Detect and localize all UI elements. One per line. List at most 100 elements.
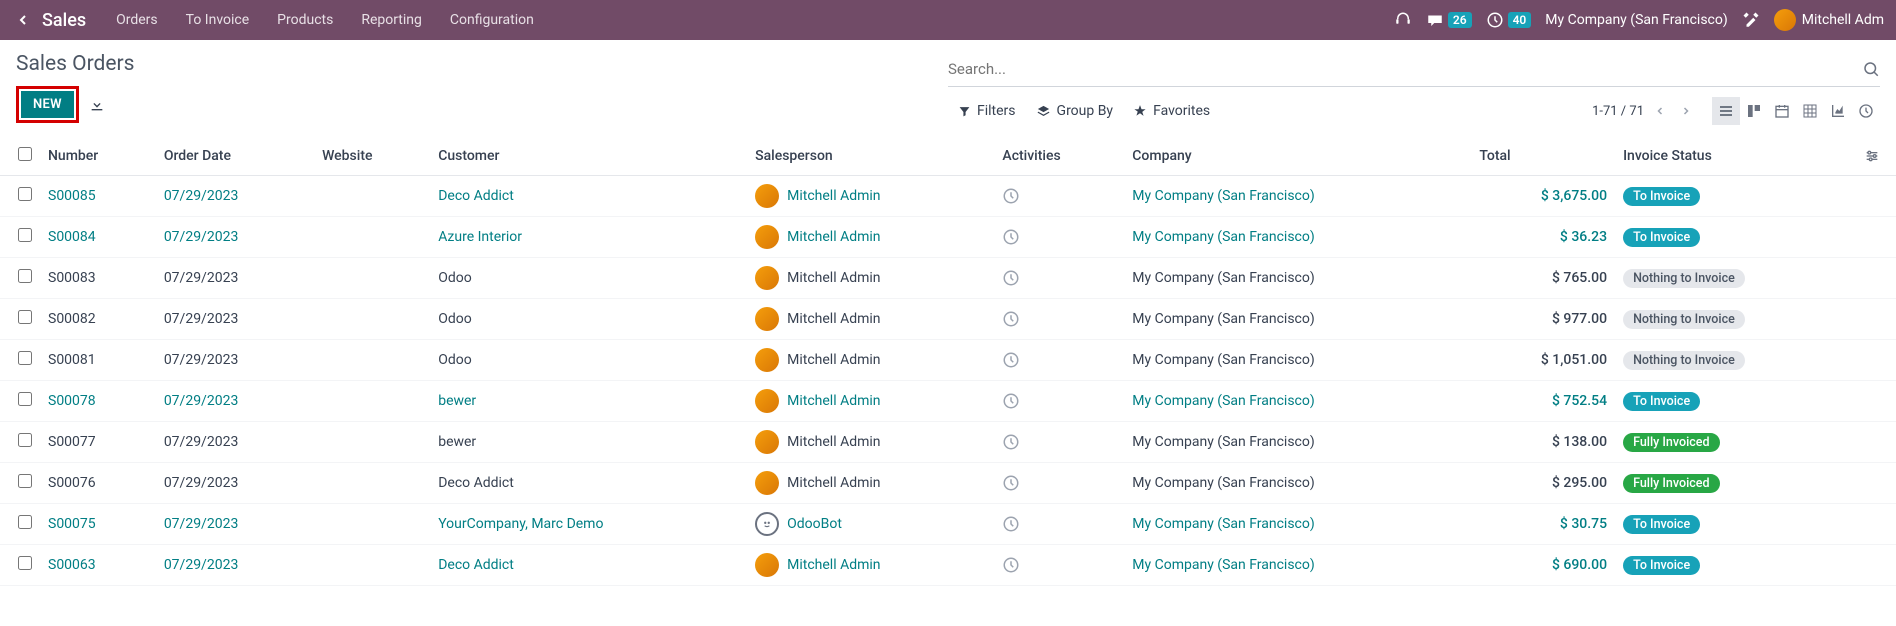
table-row[interactable]: S0008107/29/2023OdooMitchell AdminMy Com… [0,340,1896,381]
cell-number: S00081 [40,340,156,381]
table-row[interactable]: S0007607/29/2023Deco AddictMitchell Admi… [0,463,1896,504]
col-website[interactable]: Website [314,137,430,176]
activities-icon[interactable]: 40 [1486,11,1532,29]
cell-activities[interactable] [994,422,1124,463]
cell-customer[interactable]: bewer [430,381,747,422]
phone-icon[interactable] [1394,11,1412,29]
col-salesperson[interactable]: Salesperson [747,137,994,176]
cell-customer[interactable]: Deco Addict [430,176,747,217]
view-activity-button[interactable] [1852,97,1880,125]
nav-menu-orders[interactable]: Orders [102,0,172,40]
col-company[interactable]: Company [1124,137,1471,176]
table-row[interactable]: S0007807/29/2023bewerMitchell AdminMy Co… [0,381,1896,422]
row-checkbox[interactable] [18,310,32,324]
table-row[interactable]: S0008307/29/2023OdooMitchell AdminMy Com… [0,258,1896,299]
cell-date[interactable]: 07/29/2023 [156,545,314,586]
new-button[interactable]: NEW [21,91,74,118]
col-customer[interactable]: Customer [430,137,747,176]
cell-date[interactable]: 07/29/2023 [156,504,314,545]
table-row[interactable]: S0008507/29/2023Deco AddictMitchell Admi… [0,176,1896,217]
cell-activities[interactable] [994,299,1124,340]
col-number[interactable]: Number [40,137,156,176]
groupby-button[interactable]: Group By [1026,99,1124,123]
view-list-button[interactable] [1712,97,1740,125]
cell-number[interactable]: S00084 [40,217,156,258]
table-row[interactable]: S0008407/29/2023Azure InteriorMitchell A… [0,217,1896,258]
search-input[interactable] [948,56,1862,82]
company-switcher[interactable]: My Company (San Francisco) [1545,12,1727,28]
cell-website [314,463,430,504]
nav-menu-to-invoice[interactable]: To Invoice [172,0,264,40]
cell-company: My Company (San Francisco) [1124,463,1471,504]
cell-number[interactable]: S00078 [40,381,156,422]
salesperson-avatar-icon [755,184,779,208]
row-checkbox[interactable] [18,515,32,529]
cell-number: S00077 [40,422,156,463]
row-checkbox[interactable] [18,228,32,242]
cell-activities[interactable] [994,340,1124,381]
cell-customer[interactable]: Azure Interior [430,217,747,258]
nav-menu-products[interactable]: Products [263,0,347,40]
cell-company[interactable]: My Company (San Francisco) [1124,381,1471,422]
nav-back-button[interactable] [12,9,34,31]
row-checkbox[interactable] [18,474,32,488]
filters-button[interactable]: Filters [948,99,1026,123]
activities-badge: 40 [1508,12,1532,28]
cell-number[interactable]: S00075 [40,504,156,545]
row-checkbox[interactable] [18,556,32,570]
pager-text[interactable]: 1-71 / 71 [1592,104,1644,119]
cell-activities[interactable] [994,545,1124,586]
select-all-checkbox[interactable] [18,147,32,161]
row-checkbox[interactable] [18,269,32,283]
cell-activities[interactable] [994,258,1124,299]
table-row[interactable]: S0008207/29/2023OdooMitchell AdminMy Com… [0,299,1896,340]
salesperson-avatar-icon [755,389,779,413]
download-icon[interactable] [89,97,105,113]
cell-activities[interactable] [994,381,1124,422]
col-total[interactable]: Total [1471,137,1615,176]
cell-activities[interactable] [994,176,1124,217]
favorites-button[interactable]: Favorites [1123,99,1220,123]
view-graph-button[interactable] [1824,97,1852,125]
cell-company[interactable]: My Company (San Francisco) [1124,176,1471,217]
cell-activities[interactable] [994,217,1124,258]
cell-customer[interactable]: Deco Addict [430,545,747,586]
row-checkbox[interactable] [18,392,32,406]
row-checkbox[interactable] [18,433,32,447]
column-options-icon[interactable] [1864,148,1888,164]
view-calendar-button[interactable] [1768,97,1796,125]
cell-number[interactable]: S00085 [40,176,156,217]
user-name: Mitchell Adm [1802,12,1884,28]
cell-number[interactable]: S00063 [40,545,156,586]
col-invoice-status[interactable]: Invoice Status [1615,137,1856,176]
row-checkbox[interactable] [18,351,32,365]
cell-company[interactable]: My Company (San Francisco) [1124,504,1471,545]
pager-next[interactable] [1676,103,1696,119]
cell-date: 07/29/2023 [156,463,314,504]
cell-activities[interactable] [994,463,1124,504]
cell-customer[interactable]: YourCompany, Marc Demo [430,504,747,545]
pager-prev[interactable] [1650,103,1670,119]
app-name[interactable]: Sales [36,10,100,31]
user-menu[interactable]: Mitchell Adm [1774,9,1884,31]
cell-company[interactable]: My Company (San Francisco) [1124,217,1471,258]
col-activities[interactable]: Activities [994,137,1124,176]
cell-date[interactable]: 07/29/2023 [156,217,314,258]
search-icon[interactable] [1862,60,1880,78]
nav-menu-reporting[interactable]: Reporting [347,0,436,40]
tools-icon[interactable] [1742,11,1760,29]
view-kanban-button[interactable] [1740,97,1768,125]
nav-menu-configuration[interactable]: Configuration [436,0,548,40]
cell-date[interactable]: 07/29/2023 [156,176,314,217]
row-checkbox[interactable] [18,187,32,201]
table-row[interactable]: S0007707/29/2023bewerMitchell AdminMy Co… [0,422,1896,463]
table-row[interactable]: S0006307/29/2023Deco AddictMitchell Admi… [0,545,1896,586]
view-pivot-button[interactable] [1796,97,1824,125]
col-order-date[interactable]: Order Date [156,137,314,176]
cell-status: To Invoice [1615,504,1856,545]
messages-icon[interactable]: 26 [1426,11,1472,29]
cell-activities[interactable] [994,504,1124,545]
cell-company[interactable]: My Company (San Francisco) [1124,545,1471,586]
table-row[interactable]: S0007507/29/2023YourCompany, Marc DemoOd… [0,504,1896,545]
cell-date[interactable]: 07/29/2023 [156,381,314,422]
